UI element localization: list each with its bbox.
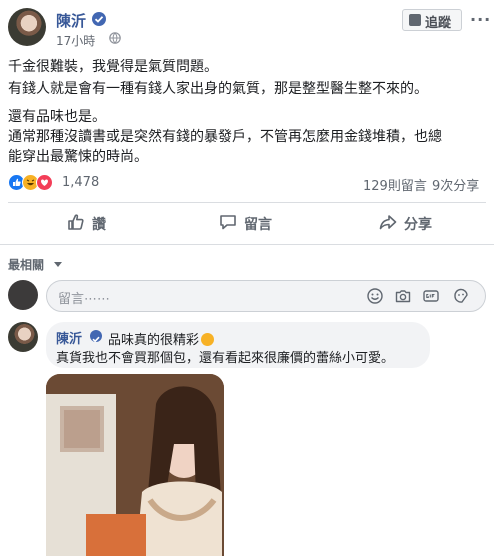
emoji-icon[interactable] <box>366 287 384 305</box>
comment-count-link[interactable]: 129則留言 <box>363 175 427 194</box>
camera-icon[interactable] <box>394 287 412 305</box>
post-text-line: 通常那種沒讀書或是突然有錢的暴發戶，不管再怎麼用金錢堆積，也總 <box>8 129 442 145</box>
share-count-link[interactable]: 9次分享 <box>432 175 479 194</box>
post-text-line: 能穿出最驚悚的時尚。 <box>8 149 148 165</box>
comment-photo[interactable] <box>46 374 224 556</box>
like-button-label: 讚 <box>92 217 106 233</box>
verified-badge-icon <box>90 330 102 343</box>
share-button-label: 分享 <box>404 217 432 233</box>
post-author-name[interactable]: 陳沂 <box>56 10 86 31</box>
globe-icon <box>109 32 121 44</box>
verified-badge-icon <box>92 12 106 26</box>
thumbs-up-icon <box>68 214 84 230</box>
comment-input[interactable] <box>46 280 486 312</box>
post-timestamp[interactable]: 17小時 <box>56 32 95 49</box>
follow-button-label: 追蹤 <box>425 16 452 31</box>
comment-sort-dropdown[interactable]: 最相關 <box>8 256 44 273</box>
follow-button[interactable]: 追蹤 <box>402 9 462 31</box>
comment-input-placeholder[interactable]: 留言⋯⋯ <box>58 288 110 307</box>
chevron-down-icon[interactable] <box>54 262 62 267</box>
share-button[interactable]: 分享 <box>378 212 448 234</box>
share-arrow-icon <box>379 215 397 230</box>
commenter-name[interactable]: 陳沂 <box>56 328 82 347</box>
comment-button[interactable]: 留言 <box>218 212 288 234</box>
post-text-line: 還有品味也是。 <box>8 109 106 125</box>
love-icon[interactable] <box>36 174 53 191</box>
post-text-line: 千金很難裝，我覺得是氣質問題。 <box>8 59 218 75</box>
comment-text: 品味真的很精彩 <box>108 333 200 348</box>
photo-content <box>46 374 224 556</box>
author-avatar[interactable] <box>8 8 46 46</box>
post-text-line: 有錢人就是會有一種有錢人家出身的氣質，那是整型醫生整不來的。 <box>8 81 428 97</box>
comment-text-line: 真貨我也不會買那個包，還有看起來很廉價的蕾絲小可愛。 <box>56 351 395 366</box>
gif-icon[interactable] <box>422 287 440 305</box>
comment-icon <box>220 215 236 230</box>
commenter-avatar[interactable] <box>8 322 38 352</box>
viewer-avatar <box>8 280 38 310</box>
sticker-icon[interactable] <box>452 287 470 305</box>
reaction-count[interactable]: 1,478 <box>62 175 99 190</box>
rss-icon <box>409 14 421 26</box>
more-options-icon[interactable]: ··· <box>470 10 491 29</box>
laughing-emoji-icon <box>201 333 215 346</box>
divider <box>0 244 494 245</box>
comment-text-line: 品味真的很精彩 <box>108 329 215 348</box>
divider <box>8 202 486 203</box>
comment-button-label: 留言 <box>244 217 272 233</box>
like-button[interactable]: 讚 <box>66 212 126 234</box>
